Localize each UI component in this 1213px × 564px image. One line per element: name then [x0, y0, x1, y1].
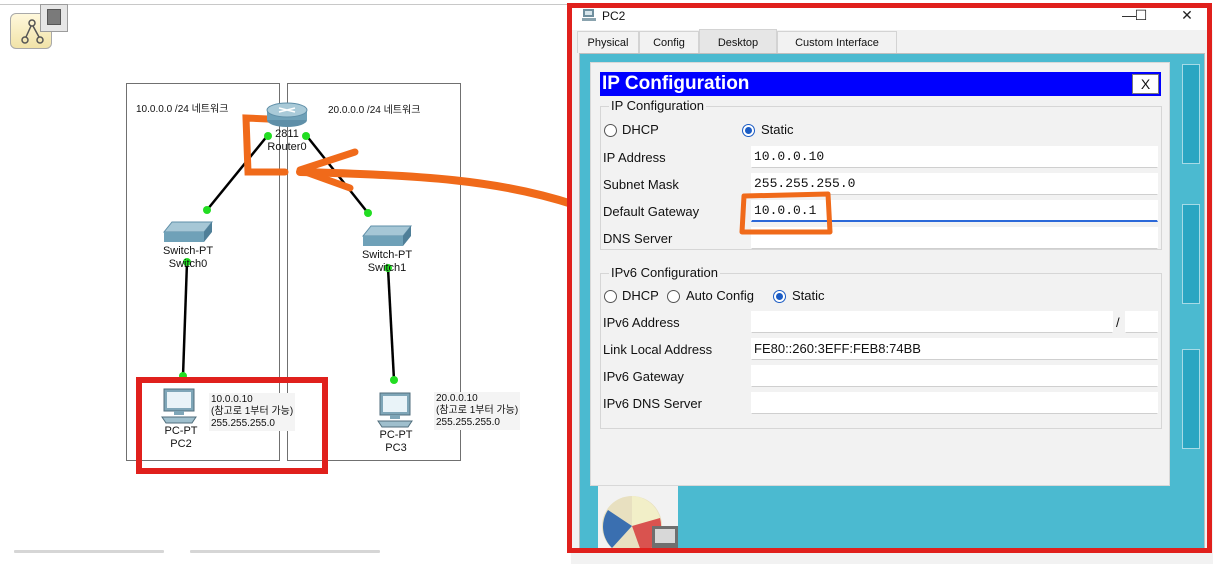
switch1-name: Switch1	[367, 262, 407, 274]
link-switch1-pc3	[386, 267, 396, 381]
switch-icon[interactable]	[162, 220, 214, 244]
link-switch0-pc2	[181, 261, 189, 377]
topology-workspace[interactable]: 10.0.0.0 /24 네트워크 20.0.0.0 /24 네트워크 2811…	[0, 0, 575, 564]
pc3-note-ip: 20.0.0.10	[436, 393, 478, 404]
switch1-label: Switch-PT Switch1	[356, 249, 418, 275]
pc-icon[interactable]	[376, 391, 414, 429]
switch1-model: Switch-PT	[361, 249, 413, 261]
switch0-model: Switch-PT	[162, 245, 214, 257]
workspace-scroll-track	[14, 550, 164, 553]
pc3-name: PC3	[385, 442, 407, 454]
link-light	[203, 206, 211, 214]
router-label: 2811 Router0	[264, 128, 310, 154]
pc3-label: PC-PT PC3	[371, 429, 421, 455]
router-name: Router0	[267, 141, 307, 153]
link-light	[390, 376, 398, 384]
router-icon[interactable]	[265, 100, 309, 128]
annotation-window-highlight	[567, 3, 1212, 553]
switch0-name: Switch0	[168, 258, 208, 270]
switch-icon[interactable]	[361, 224, 413, 248]
router-model: 2811	[275, 128, 299, 140]
topology-links	[179, 114, 575, 384]
pc3-model: PC-PT	[379, 429, 413, 441]
pc3-note: 20.0.0.10 (참고로 1부터 가능) 255.255.255.0	[434, 392, 521, 430]
switch0-label: Switch-PT Switch0	[158, 245, 218, 271]
pc3-note-mask: 255.255.255.0	[436, 417, 500, 428]
annotation-pc2-highlight	[136, 377, 328, 474]
screenshot: 10.0.0.0 /24 네트워크 20.0.0.0 /24 네트워크 2811…	[0, 0, 1213, 564]
pc3-note-hint: (참고로 1부터 가능)	[436, 405, 519, 416]
workspace-scroll-track	[190, 550, 380, 553]
link-light	[364, 209, 372, 217]
